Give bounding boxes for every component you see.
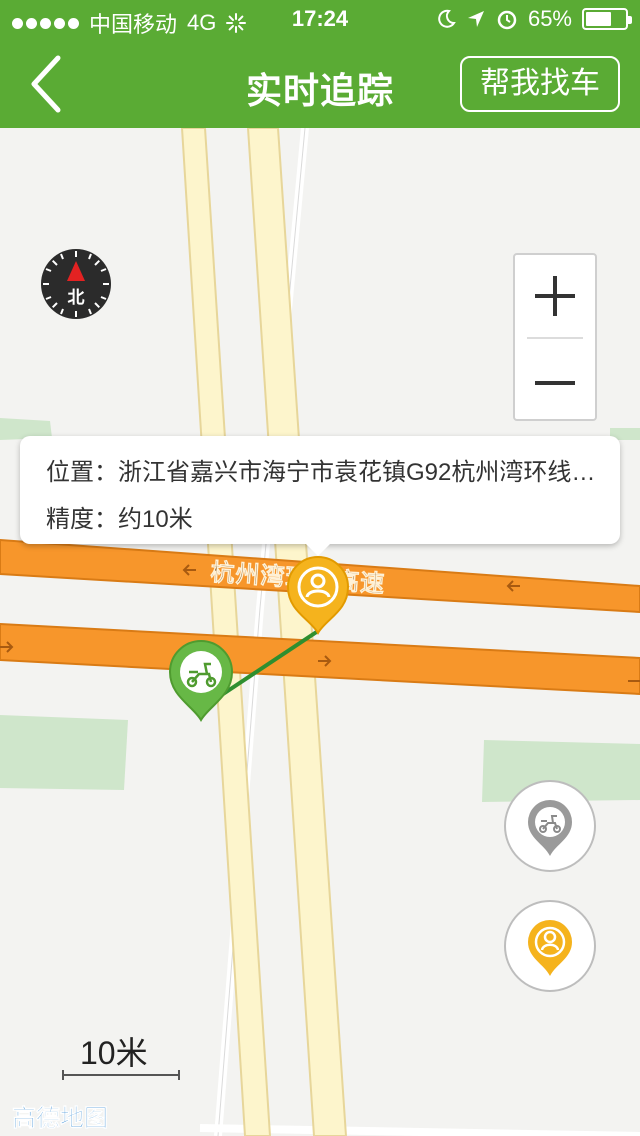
- app-screen: 中国移动 4G 17:24 65% 实时追踪 帮我找车 北 位置：浙江省嘉兴市海…: [0, 0, 640, 1136]
- highway: [0, 622, 640, 696]
- moon-icon: [438, 9, 456, 28]
- alarm-icon: [497, 10, 517, 30]
- zoom-out-button[interactable]: [515, 339, 595, 421]
- back-button[interactable]: [22, 54, 82, 114]
- location-value: 浙江省嘉兴市海宁市袁花镇G92杭州湾环线高速: [118, 459, 606, 486]
- top-bar: 中国移动 4G 17:24 65% 实时追踪 帮我找车: [0, 0, 640, 128]
- location-arrow-icon: [467, 11, 484, 27]
- accuracy-value: 约10米: [118, 506, 193, 533]
- find-car-button[interactable]: 帮我找车: [460, 56, 620, 112]
- location-info-popup: 位置：浙江省嘉兴市海宁市袁花镇G92杭州湾环线高速 精度：约10米: [20, 436, 620, 556]
- locate-me-button[interactable]: [504, 900, 596, 992]
- compass-icon[interactable]: 北: [40, 248, 112, 320]
- scale-bar: [62, 1070, 180, 1080]
- zoom-control: [513, 253, 597, 421]
- minus-icon: [535, 381, 575, 385]
- zoom-in-button[interactable]: [515, 255, 595, 337]
- map-provider-logo: 高德地图: [12, 1105, 109, 1133]
- map-view[interactable]: 杭州湾环线高速: [0, 128, 640, 1136]
- chevron-left-icon: [31, 55, 61, 113]
- battery-percent: 65%: [527, 6, 572, 31]
- accuracy-row: 精度：约10米: [46, 499, 606, 534]
- compass-north-label: 北: [68, 288, 85, 307]
- location-label: 位置：: [46, 459, 118, 486]
- map-scale: 10米: [62, 1028, 182, 1088]
- scooter-pin-icon: [528, 800, 572, 856]
- yellow-road: [246, 128, 348, 1136]
- nav-bar: 实时追踪 帮我找车: [0, 40, 640, 128]
- battery-icon: [582, 8, 632, 30]
- location-row: 位置：浙江省嘉兴市海宁市袁花镇G92杭州湾环线高速: [46, 452, 606, 487]
- plus-icon: [535, 276, 575, 316]
- locate-scooter-button[interactable]: [504, 780, 596, 872]
- status-bar: 中国移动 4G 17:24 65%: [0, 0, 640, 40]
- accuracy-label: 精度：: [46, 506, 118, 533]
- green-area: [0, 715, 128, 790]
- person-pin-icon: [528, 920, 572, 976]
- battery-fill: [586, 12, 611, 26]
- status-right: 65%: [436, 6, 632, 32]
